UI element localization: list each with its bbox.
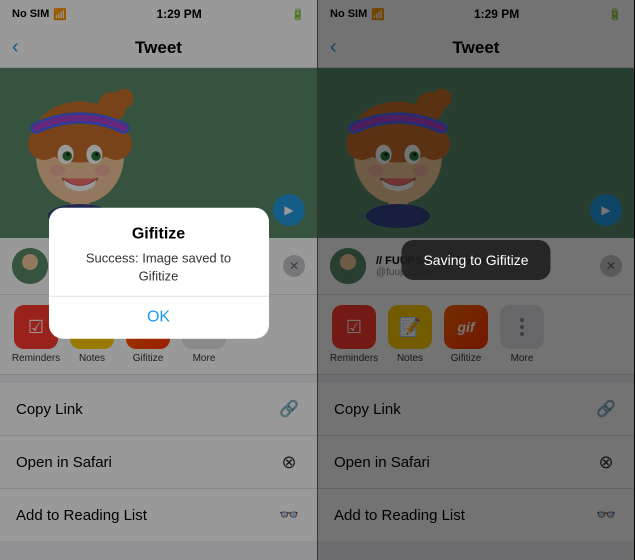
saving-toast-message-right: Saving to Gifitize <box>423 252 528 268</box>
alert-message-left: Success: Image saved to Gifitize <box>65 250 253 286</box>
alert-body-left: Gifitize Success: Image saved to Gifitiz… <box>49 208 269 296</box>
left-phone-panel: No SIM 📶 1:29 PM 🔋 ‹ Tweet <box>0 0 317 560</box>
right-phone-panel: No SIM 📶 1:29 PM 🔋 ‹ Tweet <box>317 0 634 560</box>
alert-title-left: Gifitize <box>65 226 253 244</box>
alert-dialog-left: Gifitize Success: Image saved to Gifitiz… <box>49 208 269 339</box>
saving-toast-right: Saving to Gifitize <box>401 240 550 280</box>
dark-overlay-right <box>318 0 634 560</box>
alert-ok-button-left[interactable]: OK <box>49 297 269 339</box>
